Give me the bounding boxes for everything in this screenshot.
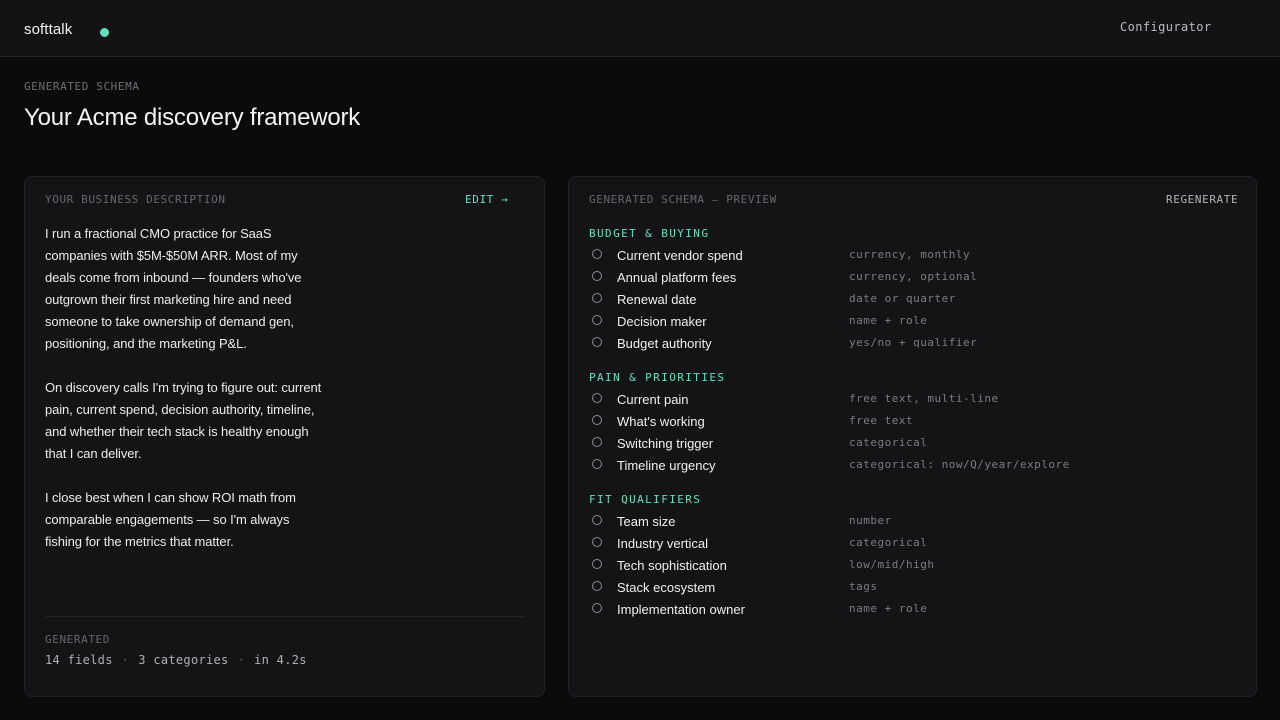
business-description-text: I run a fractional CMO practice for SaaS… (45, 223, 325, 575)
field-type: currency, optional (849, 270, 978, 283)
field-name: Current vendor spend (617, 248, 743, 263)
radio-circle-icon[interactable] (592, 603, 602, 613)
status-indicator-icon (100, 28, 109, 37)
radio-circle-icon[interactable] (592, 537, 602, 547)
field-type: currency, monthly (849, 248, 971, 261)
field-name: Switching trigger (617, 436, 714, 451)
generation-stats: 14 fields · 3 categories · in 4.2s (45, 653, 307, 667)
schema-field-row[interactable]: Decision maker name + role (589, 311, 1239, 333)
field-name: Annual platform fees (617, 270, 737, 285)
field-type: date or quarter (849, 292, 956, 305)
radio-circle-icon[interactable] (592, 249, 602, 259)
schema-field-row[interactable]: Stack ecosystem tags (589, 577, 1239, 599)
schema-field-row[interactable]: Timeline urgency categorical: now/Q/year/… (589, 455, 1239, 477)
field-type: number (849, 514, 892, 527)
category-title: PAIN & PRIORITIES (589, 371, 726, 384)
field-type: categorical (849, 436, 928, 449)
field-name: Budget authority (617, 336, 712, 351)
nav-configurator-link[interactable]: Configurator (1120, 20, 1212, 34)
edit-description-button[interactable]: EDIT → (465, 193, 508, 206)
field-name: Timeline urgency (617, 458, 716, 473)
radio-circle-icon[interactable] (592, 459, 602, 469)
field-type: yes/no + qualifier (849, 336, 978, 349)
radio-circle-icon[interactable] (592, 293, 602, 303)
field-type: free text (849, 414, 914, 427)
radio-circle-icon[interactable] (592, 315, 602, 325)
field-name: Current pain (617, 392, 689, 407)
schema-field-row[interactable]: Current vendor spend currency, monthly (589, 245, 1239, 267)
top-bar: softtalk Configurator (0, 0, 1280, 57)
schema-field-row[interactable]: What's working free text (589, 411, 1239, 433)
field-name: Renewal date (617, 292, 697, 307)
description-paragraph: I close best when I can show ROI math fr… (45, 490, 296, 549)
description-paragraph: I run a fractional CMO practice for SaaS… (45, 226, 302, 351)
field-name: What's working (617, 414, 705, 429)
field-type: categorical: now/Q/year/explore (849, 458, 1070, 471)
radio-circle-icon[interactable] (592, 415, 602, 425)
radio-circle-icon[interactable] (592, 271, 602, 281)
schema-field-row[interactable]: Team size number (589, 511, 1239, 533)
stats-separator: · (121, 653, 130, 667)
description-paragraph: On discovery calls I'm trying to figure … (45, 380, 322, 461)
radio-circle-icon[interactable] (592, 515, 602, 525)
schema-field-row[interactable]: Current pain free text, multi-line (589, 389, 1239, 411)
schema-category: BUDGET & BUYING Current vendor spend curre… (589, 227, 1239, 355)
business-description-label: YOUR BUSINESS DESCRIPTION (45, 193, 226, 206)
field-name: Implementation owner (617, 602, 745, 617)
field-name: Team size (617, 514, 676, 529)
generated-label: GENERATED (45, 633, 111, 646)
radio-circle-icon[interactable] (592, 337, 602, 347)
schema-field-row[interactable]: Tech sophistication low/mid/high (589, 555, 1239, 577)
field-type: low/mid/high (849, 558, 935, 571)
regenerate-button[interactable]: REGENERATE (1166, 193, 1238, 206)
field-name: Industry vertical (617, 536, 709, 551)
category-count: 3 categories (138, 653, 229, 667)
radio-circle-icon[interactable] (592, 437, 602, 447)
page-eyebrow: GENERATED SCHEMA (24, 80, 140, 93)
category-title: BUDGET & BUYING (589, 227, 710, 240)
field-type: free text, multi-line (849, 392, 999, 405)
panel-divider (45, 616, 525, 617)
schema-field-row[interactable]: Switching trigger categorical (589, 433, 1239, 455)
schema-field-row[interactable]: Industry vertical categorical (589, 533, 1239, 555)
schema-field-row[interactable]: Budget authority yes/no + qualifier (589, 333, 1239, 355)
business-description-panel: YOUR BUSINESS DESCRIPTION EDIT → I run a… (24, 176, 545, 697)
schema-preview-panel: GENERATED SCHEMA — PREVIEW REGENERATE BU… (568, 176, 1257, 697)
schema-field-row[interactable]: Implementation owner name + role (589, 599, 1239, 621)
schema-field-row[interactable]: Renewal date date or quarter (589, 289, 1239, 311)
field-name: Decision maker (617, 314, 707, 329)
generation-time: in 4.2s (254, 653, 307, 667)
field-type: name + role (849, 602, 928, 615)
schema-category: FIT QUALIFIERS Team size number Industry ve… (589, 493, 1239, 621)
field-type: name + role (849, 314, 928, 327)
field-name: Tech sophistication (617, 558, 727, 573)
brand-logo[interactable]: softtalk (24, 21, 72, 38)
schema-list: BUDGET & BUYING Current vendor spend curre… (589, 227, 1239, 637)
radio-circle-icon[interactable] (592, 393, 602, 403)
category-title: FIT QUALIFIERS (589, 493, 702, 506)
radio-circle-icon[interactable] (592, 581, 602, 591)
field-type: tags (849, 580, 878, 593)
radio-circle-icon[interactable] (592, 559, 602, 569)
stats-separator: · (237, 653, 246, 667)
schema-preview-label: GENERATED SCHEMA — PREVIEW (589, 193, 777, 206)
page-title: Your Acme discovery framework (24, 104, 361, 131)
schema-field-row[interactable]: Annual platform fees currency, optional (589, 267, 1239, 289)
field-type: categorical (849, 536, 928, 549)
field-count: 14 fields (45, 653, 113, 667)
schema-category: PAIN & PRIORITIES Current pain free text, … (589, 371, 1239, 477)
field-name: Stack ecosystem (617, 580, 716, 595)
